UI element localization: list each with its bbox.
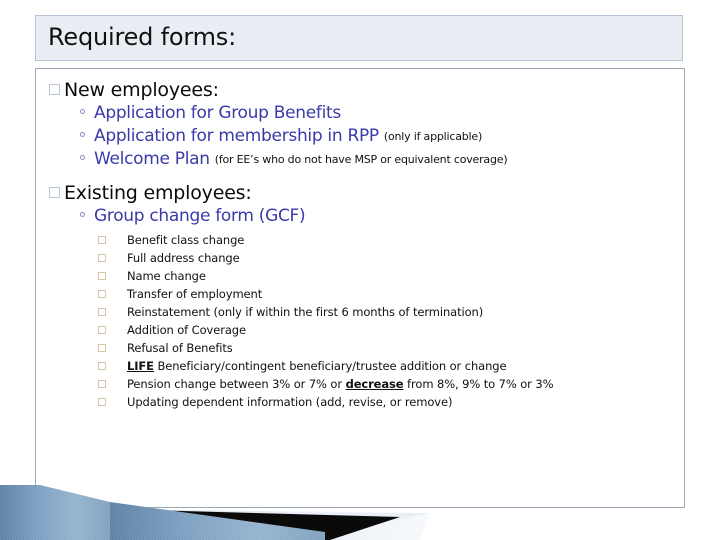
circle-bullet-icon bbox=[80, 212, 85, 217]
checklist-item[interactable]: Refusal of Benefits bbox=[98, 341, 684, 355]
checklist-item[interactable]: Benefit class change bbox=[98, 233, 684, 247]
checklist-item-text-post: Benefit class change bbox=[127, 233, 245, 247]
checklist-item-label: Full address change bbox=[127, 251, 240, 265]
list-item: Application for membership in RPP (only … bbox=[80, 126, 684, 146]
checklist-item[interactable]: Name change bbox=[98, 269, 684, 283]
checklist-item[interactable]: Transfer of employment bbox=[98, 287, 684, 301]
list-item-label: Application for Group Benefits bbox=[94, 103, 341, 123]
section-heading-existing-employees: Existing employees: bbox=[49, 182, 684, 204]
checkbox-icon[interactable] bbox=[98, 344, 106, 352]
square-bullet-icon bbox=[49, 84, 60, 95]
list-item: Welcome Plan (for EE’s who do not have M… bbox=[80, 149, 684, 169]
checkbox-icon[interactable] bbox=[98, 290, 106, 298]
checklist-item[interactable]: Reinstatement (only if within the first … bbox=[98, 305, 684, 319]
banner-riser bbox=[0, 485, 40, 500]
checklist-item-emphasis: decrease bbox=[345, 377, 404, 391]
checklist-item-text-post: Transfer of employment bbox=[127, 287, 263, 301]
slide-canvas: Required forms: New employees: Applicati… bbox=[0, 0, 720, 540]
checklist-item-label: Addition of Coverage bbox=[127, 323, 246, 337]
checklist-item-text-post: Refusal of Benefits bbox=[127, 341, 233, 355]
checkbox-icon[interactable] bbox=[98, 308, 106, 316]
checklist-item-text-post: from 8%, 9% to 7% or 3% bbox=[403, 377, 554, 391]
list-item-label: Welcome Plan bbox=[94, 149, 210, 169]
checklist-item-label: Transfer of employment bbox=[127, 287, 262, 301]
checklist-item-text-post: Name change bbox=[127, 269, 206, 283]
checklist-item-text-post: Beneficiary/contingent beneficiary/trust… bbox=[153, 359, 507, 373]
checkbox-icon[interactable] bbox=[98, 380, 106, 388]
checklist-item-label: Reinstatement (only if within the first … bbox=[127, 305, 483, 319]
section-heading-new-employees: New employees: bbox=[49, 79, 684, 101]
checklist-item-label: Benefit class change bbox=[127, 233, 244, 247]
checklist-item[interactable]: LIFE Beneficiary/contingent beneficiary/… bbox=[98, 359, 684, 373]
slide-title-box: Required forms: bbox=[35, 15, 683, 61]
circle-bullet-icon bbox=[80, 132, 85, 137]
checklist-item-text-post: Addition of Coverage bbox=[127, 323, 246, 337]
checklist-item-label: Updating dependent information (add, rev… bbox=[127, 395, 452, 409]
checklist-item-text-post: Reinstatement (only if within the first … bbox=[127, 305, 484, 319]
banner-light-wedge-2 bbox=[130, 513, 430, 540]
checklist-item-label: LIFE Beneficiary/contingent beneficiary/… bbox=[127, 359, 507, 373]
checkbox-icon[interactable] bbox=[98, 254, 106, 262]
checklist-item-label: Name change bbox=[127, 269, 206, 283]
list-item-label: Application for membership in RPP bbox=[94, 126, 379, 146]
checkbox-icon[interactable] bbox=[98, 326, 106, 334]
checklist-item[interactable]: Pension change between 3% or 7% or decre… bbox=[98, 377, 684, 391]
checkbox-icon[interactable] bbox=[98, 362, 106, 370]
circle-bullet-icon bbox=[80, 109, 85, 114]
list-item-label: Group change form (GCF) bbox=[94, 206, 306, 226]
list-item-note: (only if applicable) bbox=[383, 130, 483, 143]
list-item: Group change form (GCF) bbox=[80, 206, 684, 226]
checklist-item[interactable]: Addition of Coverage bbox=[98, 323, 684, 337]
banner-light-wedge bbox=[0, 508, 430, 540]
page-title: Required forms: bbox=[48, 23, 236, 51]
square-bullet-icon bbox=[49, 187, 60, 198]
checklist-item-text-post: Full address change bbox=[127, 251, 240, 265]
banner-dark-wedge bbox=[0, 506, 400, 540]
section-heading-label: Existing employees: bbox=[64, 182, 252, 204]
checklist-item-label: Pension change between 3% or 7% or decre… bbox=[127, 377, 554, 391]
checklist-item-text-post: Updating dependent information (add, rev… bbox=[127, 395, 453, 409]
slide-body-box: New employees: Application for Group Ben… bbox=[35, 68, 685, 508]
checkbox-icon[interactable] bbox=[98, 236, 106, 244]
checklist-item[interactable]: Full address change bbox=[98, 251, 684, 265]
list-item-note: (for EE’s who do not have MSP or equival… bbox=[214, 153, 508, 166]
slide-body-content: New employees: Application for Group Ben… bbox=[36, 69, 684, 413]
checklist-item-label: Refusal of Benefits bbox=[127, 341, 233, 355]
checklist-item-text-pre: Pension change between 3% or 7% or bbox=[127, 377, 346, 391]
list-item: Application for Group Benefits bbox=[80, 103, 684, 123]
checklist-item-emphasis: LIFE bbox=[127, 359, 154, 373]
checkbox-icon[interactable] bbox=[98, 398, 106, 406]
checklist-item[interactable]: Updating dependent information (add, rev… bbox=[98, 395, 684, 409]
circle-bullet-icon bbox=[80, 155, 85, 160]
checkbox-icon[interactable] bbox=[98, 272, 106, 280]
section-heading-label: New employees: bbox=[64, 79, 219, 101]
checklist: Benefit class change Full address change N… bbox=[36, 233, 684, 409]
